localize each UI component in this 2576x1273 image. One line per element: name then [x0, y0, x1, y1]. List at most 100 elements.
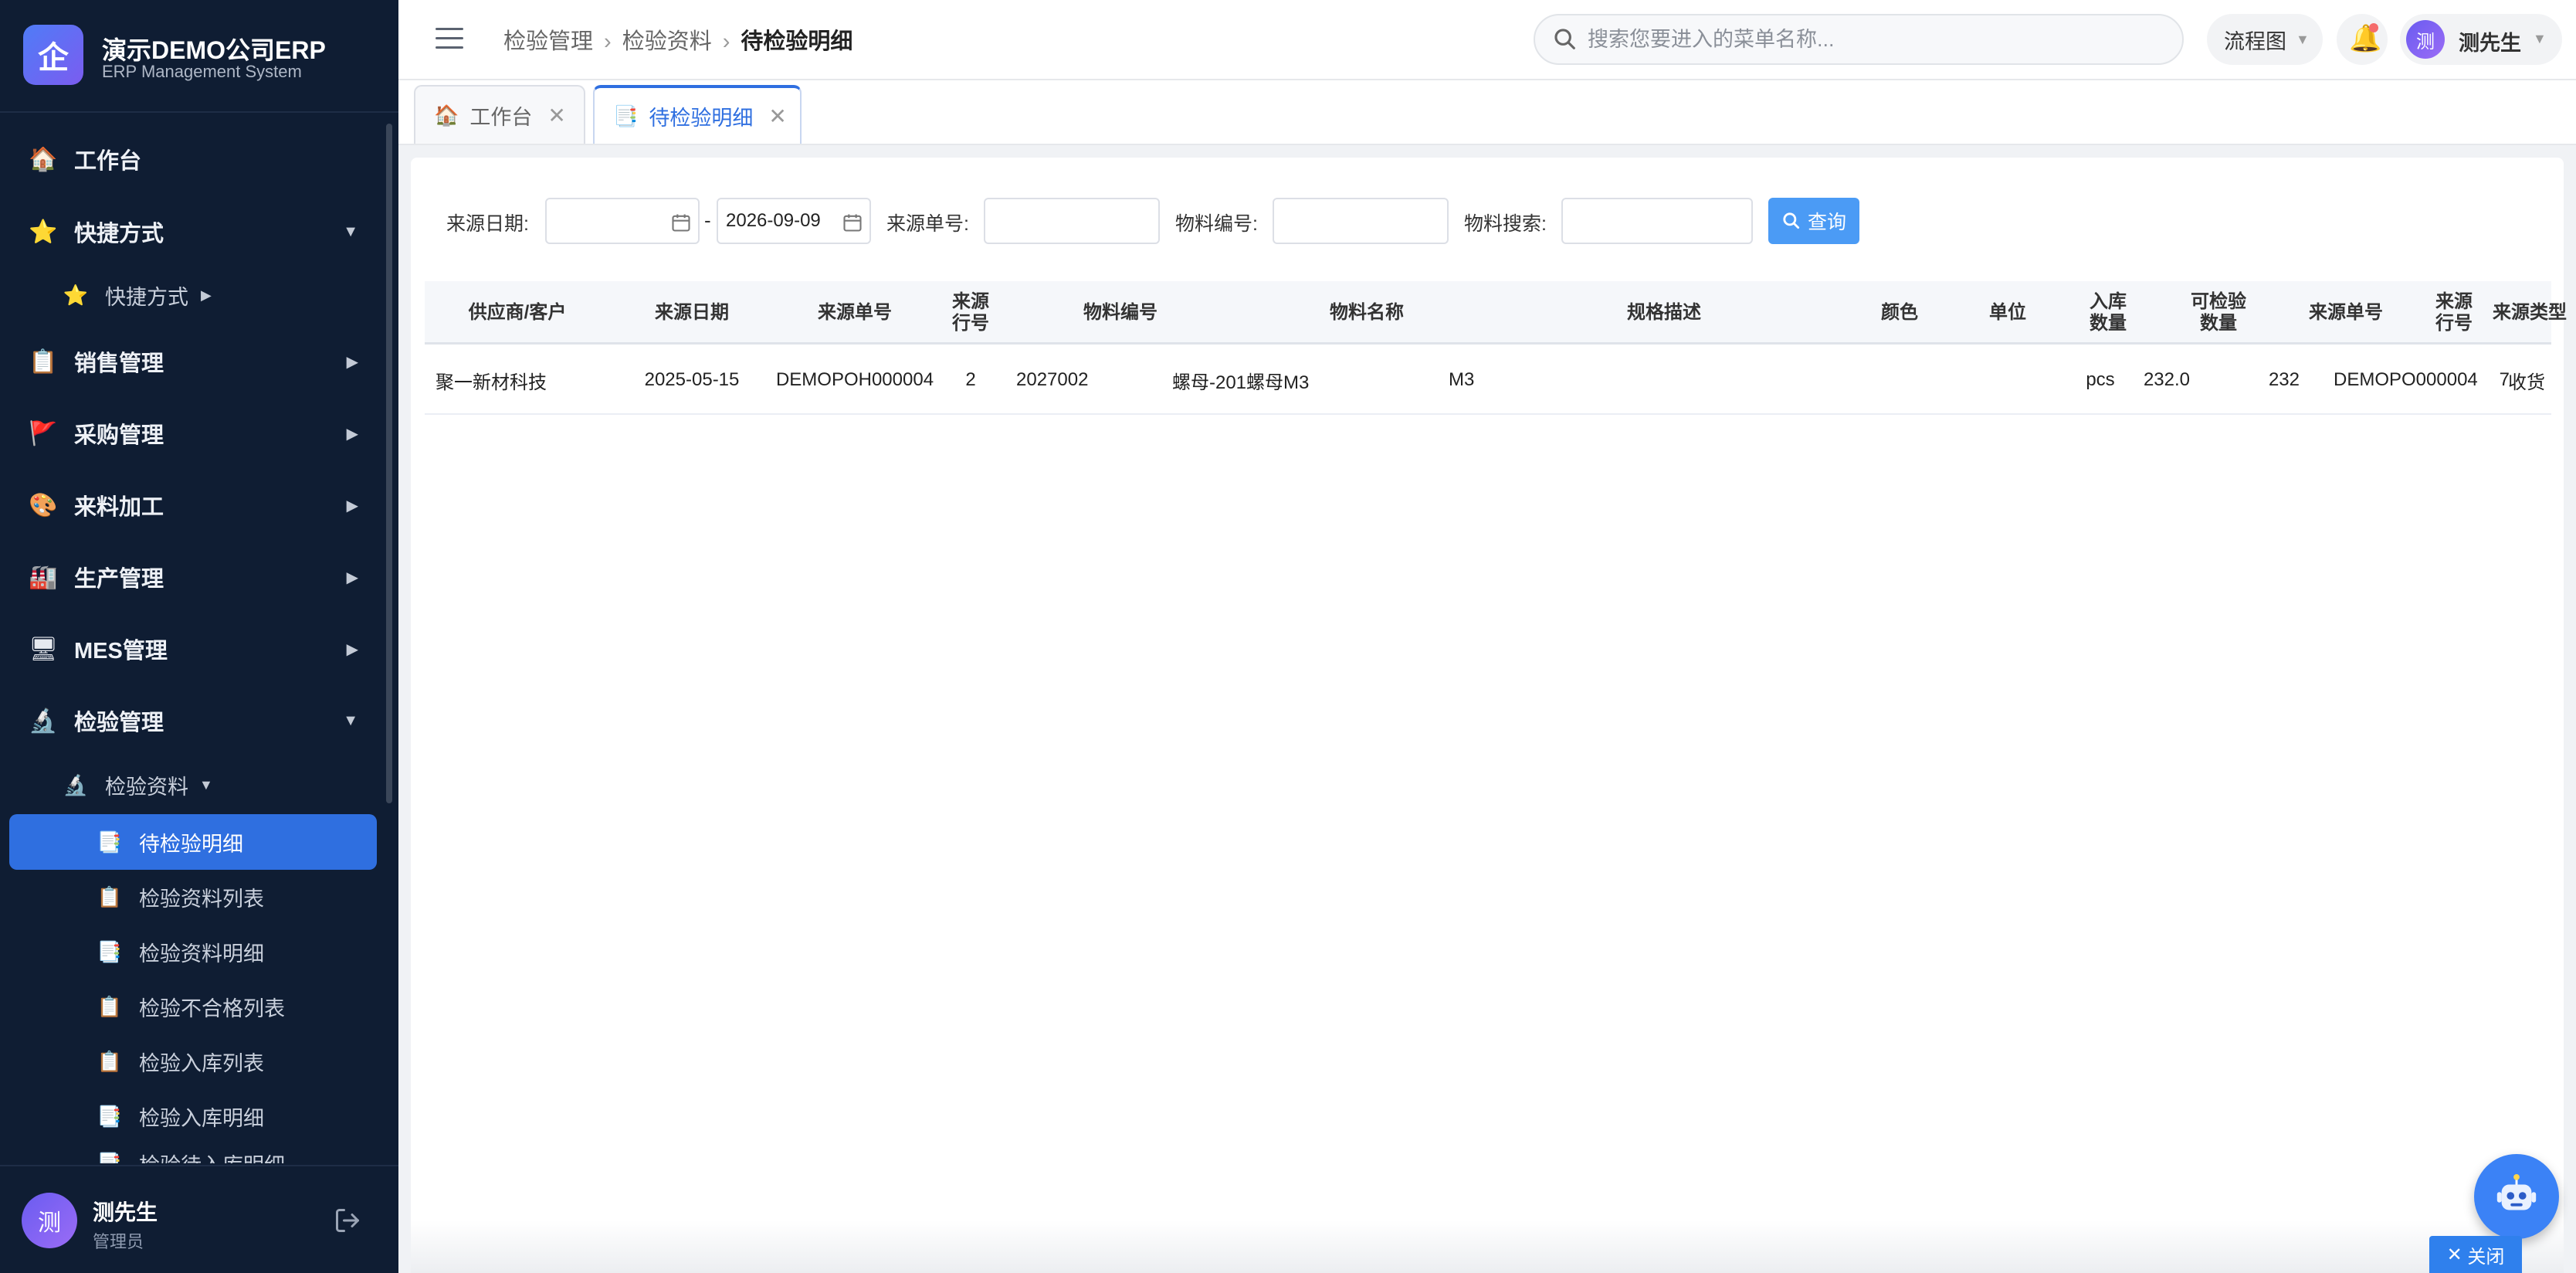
column-header[interactable]: 来源单号 — [2267, 281, 2425, 345]
column-header[interactable]: 可检验 数量 — [2170, 281, 2267, 345]
sidebar-item-inspection-list[interactable]: 📋 检验资料列表 — [0, 866, 398, 928]
column-header[interactable]: 来源日期 — [610, 281, 774, 345]
sidebar-item-label: 检验管理 — [74, 711, 164, 735]
material-code-input[interactable] — [1273, 198, 1449, 244]
sidebar-item-label: 检验入库明细 — [139, 1106, 264, 1130]
breadcrumb-item[interactable]: 检验管理 — [503, 29, 593, 54]
sidebar-item-sales[interactable]: 📋 销售管理 ▶ — [0, 331, 398, 392]
home-icon: 🏠 — [434, 103, 459, 127]
query-button[interactable]: 查询 — [1768, 198, 1859, 244]
sidebar-item-label: MES管理 — [74, 639, 168, 664]
calendar-icon[interactable] — [670, 212, 692, 233]
user-menu[interactable]: 测 测先生 ▼ — [2400, 14, 2562, 65]
sidebar-header: 企 演示DEMO公司ERP ERP Management System — [0, 0, 398, 113]
column-header[interactable]: 入库 数量 — [2046, 281, 2170, 345]
flag-icon: 🚩 — [29, 420, 58, 446]
column-header[interactable]: 来源 行号 — [2425, 281, 2483, 345]
material-code-label: 物料编号: — [1175, 213, 1258, 235]
source-no-input[interactable] — [984, 198, 1160, 244]
chevron-down-icon: ▼ — [199, 776, 213, 793]
sidebar-footer: 测 测先生 管理员 — [0, 1165, 398, 1273]
sidebar-scrollbar[interactable] — [386, 124, 392, 803]
table-cell: 收货 — [2508, 372, 2545, 393]
sidebar-item-label: 来料加工 — [74, 495, 164, 520]
column-header[interactable]: 供应商/客户 — [425, 281, 610, 345]
notification-dot — [2369, 23, 2378, 32]
sidebar-subitem-shortcuts[interactable]: ⭐ 快捷方式 ▶ — [0, 264, 398, 326]
flowchart-dropdown[interactable]: 流程图 ▼ — [2207, 14, 2323, 65]
date-start-input[interactable] — [545, 198, 700, 244]
breadcrumb-item[interactable]: 检验资料 — [622, 29, 712, 54]
tab-label: 待检验明细 — [649, 106, 754, 130]
chevron-down-icon: ▼ — [2296, 31, 2310, 47]
chevron-right-icon: ▶ — [346, 497, 358, 514]
microscope-icon: 🔬 — [63, 772, 89, 796]
calendar-icon[interactable] — [842, 212, 863, 233]
robot-icon — [2496, 1173, 2537, 1210]
sidebar-item-label: 检验资料列表 — [139, 887, 264, 911]
table-cell: 2025-05-15 — [644, 369, 740, 390]
close-assistant-button[interactable]: ✕ 关闭 — [2429, 1236, 2522, 1273]
column-header[interactable]: 物料名称 — [1235, 281, 1498, 345]
column-header[interactable]: 来源单号 — [774, 281, 936, 345]
sidebar-item-incoming-processing[interactable]: 🎨 来料加工 ▶ — [0, 474, 398, 536]
user-name: 测先生 — [2459, 32, 2521, 55]
sidebar-item-inspection[interactable]: 🔬 检验管理 ▼ — [0, 690, 398, 752]
sidebar-item-label: 待检验明细 — [139, 832, 243, 856]
tab-workbench[interactable]: 🏠 工作台 ✕ — [414, 85, 585, 144]
monitor-icon: 🖥 — [28, 636, 59, 662]
menu-toggle-icon[interactable] — [436, 28, 463, 51]
date-end-input[interactable]: 2026-09-09 — [717, 198, 871, 244]
document-icon: 📑 — [97, 1151, 123, 1164]
avatar: 测 — [2406, 20, 2445, 59]
document-icon: 📑 — [97, 1104, 123, 1128]
column-header[interactable]: 来源类型 — [2483, 281, 2576, 345]
close-icon[interactable]: ✕ — [547, 103, 565, 128]
notification-button[interactable]: 🔔 — [2337, 14, 2388, 65]
column-header[interactable]: 规格描述 — [1498, 281, 1830, 345]
chevron-right-icon: ▶ — [346, 425, 358, 443]
column-header[interactable]: 物料编号 — [1005, 281, 1235, 345]
bottom-shade — [411, 1220, 2564, 1273]
tab-pending-inspection-detail[interactable]: 📑 待检验明细 ✕ — [593, 85, 802, 144]
close-icon[interactable]: ✕ — [768, 104, 786, 129]
sidebar-item-pending-inspection-detail[interactable]: 📑 待检验明细 — [9, 814, 377, 870]
chevron-down-icon: ▼ — [2533, 31, 2547, 46]
sidebar-item-label: 检验资料明细 — [139, 942, 264, 966]
user-name: 测先生 — [93, 1200, 158, 1224]
table-row[interactable]: 聚一新材科技 2025-05-15 DEMOPOH000004 2 202700… — [425, 347, 2551, 415]
sidebar-item-pending-inbound-detail[interactable]: 📑 检验待入库明细 — [0, 1132, 398, 1164]
column-header[interactable]: 单位 — [1969, 281, 2046, 345]
sidebar-item-nonconforming-list[interactable]: 📋 检验不合格列表 — [0, 976, 398, 1037]
sidebar-item-inbound-list[interactable]: 📋 检验入库列表 — [0, 1030, 398, 1092]
sidebar-item-purchasing[interactable]: 🚩 采购管理 ▶ — [0, 402, 398, 464]
query-label: 查询 — [1807, 212, 1846, 233]
sidebar-item-production[interactable]: 🏭 生产管理 ▶ — [0, 546, 398, 608]
document-icon: 📑 — [97, 939, 123, 963]
column-header[interactable]: 颜色 — [1830, 281, 1969, 345]
sidebar-item-label: 检验入库列表 — [139, 1051, 264, 1075]
sidebar-item-mes[interactable]: 🖥 MES管理 ▶ — [0, 618, 398, 680]
material-search-input[interactable] — [1561, 198, 1753, 244]
main-content: 来源日期: - 2026-09-09 来源单号: 物料编号: 物料搜索: 查询 … — [411, 158, 2567, 1273]
chevron-right-icon: ▶ — [346, 353, 358, 371]
source-date-label: 来源日期: — [446, 213, 529, 235]
company-logo: 企 — [23, 25, 83, 85]
search-input[interactable] — [1586, 23, 2157, 56]
sidebar-item-label: 销售管理 — [74, 351, 164, 376]
factory-icon: 🏭 — [29, 564, 58, 590]
sidebar-menu: 🏠 工作台 ⭐ 快捷方式 ▼ ⭐ 快捷方式 ▶ 📋 销售管理 ▶ 🚩 采购管理 … — [0, 113, 398, 1163]
assistant-robot-button[interactable] — [2474, 1154, 2559, 1239]
sidebar-item-label: 检验不合格列表 — [139, 996, 285, 1020]
sidebar-item-label: 快捷方式 — [105, 285, 188, 309]
table-cell — [1830, 347, 1969, 413]
logout-icon[interactable] — [334, 1207, 361, 1234]
table-cell: 2 — [965, 369, 976, 390]
sidebar-item-inspection-detail[interactable]: 📑 检验资料明细 — [0, 921, 398, 983]
column-header[interactable]: 来源 行号 — [936, 281, 1005, 345]
date-end-value: 2026-09-09 — [726, 210, 821, 231]
sidebar-item-workbench[interactable]: 🏠 工作台 — [0, 128, 398, 190]
sidebar-item-shortcuts[interactable]: ⭐ 快捷方式 ▼ — [0, 201, 398, 263]
sidebar-item-label: 快捷方式 — [74, 222, 164, 246]
sidebar-subitem-inspection-data[interactable]: 🔬 检验资料 ▼ — [0, 754, 398, 816]
